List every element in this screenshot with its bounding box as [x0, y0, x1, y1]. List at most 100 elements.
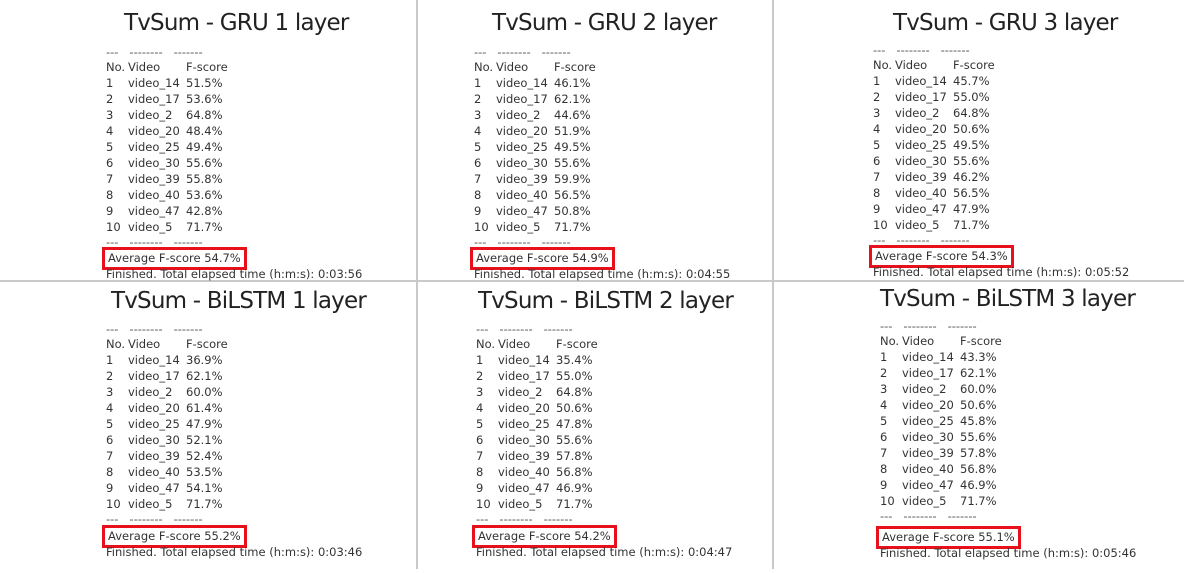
column-header-video: Video: [128, 337, 161, 351]
f-score-value: 49.5%: [554, 140, 591, 154]
video-name: video_20: [128, 401, 180, 415]
elapsed-time-text: Finished. Total elapsed time (h:m:s): 0:…: [476, 545, 733, 559]
video-name: video_30: [128, 433, 180, 447]
video-name: video_2: [496, 108, 541, 122]
table-row: 8 video_40 53.5%: [106, 464, 246, 480]
table-row: 2 video_17 53.6%: [106, 91, 246, 107]
f-score-value: 47.9%: [186, 417, 223, 431]
f-score-value: 55.6%: [953, 154, 990, 168]
f-score-value: 46.9%: [960, 478, 997, 492]
table-row: 4 video_20 61.4%: [106, 400, 246, 416]
row-number: 5: [880, 414, 888, 428]
f-score-value: 52.4%: [186, 449, 223, 463]
row-number: 5: [873, 138, 881, 152]
video-name: video_2: [902, 382, 947, 396]
score-table: --- -------- ------- No. Video F-score 1 vide…: [106, 45, 246, 249]
row-number: 4: [106, 124, 114, 138]
f-score-value: 57.8%: [556, 449, 593, 463]
video-name: video_25: [496, 140, 548, 154]
row-number: 7: [476, 449, 484, 463]
video-name: video_2: [895, 106, 940, 120]
row-number: 8: [476, 465, 484, 479]
table-row: 5 video_25 45.8%: [880, 413, 1020, 429]
f-score-value: 51.9%: [554, 124, 591, 138]
video-name: video_39: [128, 172, 180, 186]
f-score-value: 55.6%: [186, 156, 223, 170]
row-number: 5: [476, 417, 484, 431]
elapsed-time-text: Finished. Total elapsed time (h:m:s): 0:…: [474, 267, 731, 281]
video-name: video_40: [128, 465, 180, 479]
table-row: 6 video_30 55.6%: [474, 155, 614, 171]
f-score-value: 71.7%: [186, 220, 223, 234]
video-name: video_14: [895, 74, 947, 88]
video-name: video_20: [496, 124, 548, 138]
video-name: video_5: [128, 220, 173, 234]
video-name: video_25: [128, 140, 180, 154]
table-row: 2 video_17 62.1%: [106, 368, 246, 384]
table-row: 3 video_2 64.8%: [106, 107, 246, 123]
video-name: video_39: [128, 449, 180, 463]
video-name: video_47: [128, 204, 180, 218]
column-header-no: No.: [880, 334, 900, 348]
video-name: video_17: [496, 92, 548, 106]
column-header-video: Video: [498, 337, 531, 351]
row-number: 2: [106, 92, 114, 106]
table-row: 10 video_5 71.7%: [476, 496, 616, 512]
table-row: 5 video_25 47.8%: [476, 416, 616, 432]
score-table: --- -------- ------- No. Video F-score 1 vide…: [880, 319, 1020, 523]
row-number: 3: [880, 382, 888, 396]
row-number: 1: [106, 353, 114, 367]
dash-separator: --- -------- -------: [873, 43, 970, 57]
row-number: 7: [873, 170, 881, 184]
row-number: 3: [106, 108, 114, 122]
f-score-value: 71.7%: [960, 494, 997, 508]
table-row: 1 video_14 36.9%: [106, 352, 246, 368]
video-name: video_5: [498, 497, 543, 511]
f-score-value: 60.0%: [186, 385, 223, 399]
score-table: --- -------- ------- No. Video F-score 1 vide…: [474, 45, 614, 249]
table-row: 1 video_14 51.5%: [106, 75, 246, 91]
video-name: video_47: [902, 478, 954, 492]
video-name: video_25: [895, 138, 947, 152]
dash-separator: --- -------- -------: [474, 45, 571, 59]
column-header-no: No.: [106, 60, 126, 74]
f-score-value: 60.0%: [960, 382, 997, 396]
table-row: 10 video_5 71.7%: [106, 496, 246, 512]
video-name: video_2: [128, 108, 173, 122]
dash-separator: --- -------- -------: [476, 512, 573, 526]
row-number: 10: [873, 218, 888, 232]
row-number: 5: [474, 140, 482, 154]
video-name: video_5: [895, 218, 940, 232]
column-header-fscore: F-score: [554, 60, 596, 74]
table-row: 5 video_25 49.5%: [474, 139, 614, 155]
table-row: 8 video_40 56.8%: [880, 461, 1020, 477]
row-number: 9: [873, 202, 881, 216]
row-number: 8: [106, 188, 114, 202]
video-name: video_47: [128, 481, 180, 495]
row-number: 10: [474, 220, 489, 234]
f-score-value: 54.1%: [186, 481, 223, 495]
table-row: 7 video_39 59.9%: [474, 171, 614, 187]
row-number: 2: [476, 369, 484, 383]
video-name: video_14: [902, 350, 954, 364]
video-name: video_40: [128, 188, 180, 202]
column-header-no: No.: [873, 58, 893, 72]
table-row: 2 video_17 55.0%: [873, 89, 1013, 105]
video-name: video_30: [496, 156, 548, 170]
column-header-fscore: F-score: [186, 60, 228, 74]
table-row: 5 video_25 49.5%: [873, 137, 1013, 153]
row-number: 4: [474, 124, 482, 138]
table-row: 3 video_2 44.6%: [474, 107, 614, 123]
table-row: 2 video_17 62.1%: [474, 91, 614, 107]
table-row: 6 video_30 55.6%: [880, 429, 1020, 445]
score-table: --- -------- ------- No. Video F-score 1 vide…: [106, 322, 246, 526]
row-number: 1: [873, 74, 881, 88]
table-row: 6 video_30 52.1%: [106, 432, 246, 448]
table-row: 4 video_20 50.6%: [880, 397, 1020, 413]
f-score-value: 46.2%: [953, 170, 990, 184]
video-name: video_20: [895, 122, 947, 136]
f-score-value: 51.5%: [186, 76, 223, 90]
video-name: video_39: [496, 172, 548, 186]
panel-title: TvSum - BiLSTM 1 layer: [111, 288, 367, 314]
video-name: video_25: [498, 417, 550, 431]
